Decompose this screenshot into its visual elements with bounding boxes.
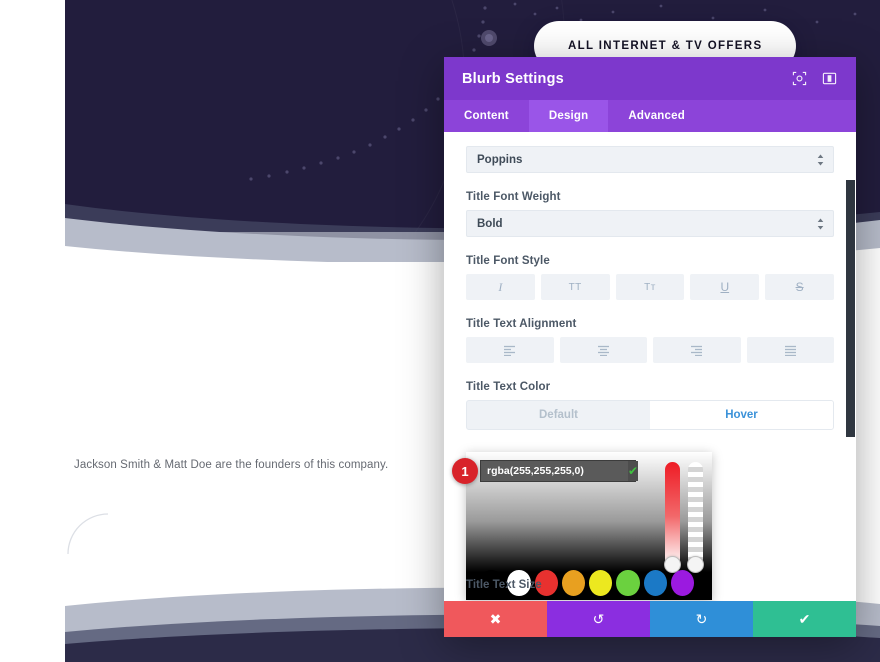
swatch-blue[interactable]: [643, 570, 667, 596]
modal-action-bar: ✖ ↺ ↻ ✔: [444, 601, 856, 637]
text-size-label: Title Text Size: [466, 579, 542, 591]
swatch-orange[interactable]: [561, 570, 585, 596]
color-confirm-button[interactable]: ✔: [628, 461, 639, 481]
modal-title: Blurb Settings: [462, 70, 564, 87]
align-center-icon[interactable]: [559, 337, 647, 363]
align-left-icon[interactable]: [466, 337, 554, 363]
small-caps-icon[interactable]: Tᴛ: [615, 274, 685, 300]
tab-design[interactable]: Design: [528, 100, 609, 132]
blurb-settings-modal: Blurb Settings Content Design Advanced P…: [444, 57, 856, 637]
text-alignment-label: Title Text Alignment: [466, 318, 577, 330]
font-weight-label: Title Font Weight: [466, 191, 561, 203]
align-right-icon[interactable]: [653, 337, 741, 363]
layout-panel-icon[interactable]: [821, 70, 838, 87]
swatch-yellow[interactable]: [589, 570, 613, 596]
chevron-updown-icon: [817, 218, 824, 230]
tab-advanced[interactable]: Advanced: [608, 100, 705, 132]
strikethrough-icon[interactable]: S: [765, 274, 834, 300]
color-picker[interactable]: 1 ✔: [452, 452, 712, 600]
font-family-select[interactable]: Poppins: [466, 146, 834, 173]
font-family-value: Poppins: [477, 153, 523, 166]
tab-content[interactable]: Content: [444, 100, 529, 132]
left-page-margin: [0, 0, 65, 662]
save-button[interactable]: ✔: [753, 601, 856, 637]
color-value-input[interactable]: [481, 461, 628, 481]
hue-slider[interactable]: [664, 462, 681, 573]
color-value-field[interactable]: ✔: [480, 460, 639, 482]
font-style-label: Title Font Style: [466, 255, 550, 267]
modal-tabs: Content Design Advanced: [444, 100, 856, 132]
font-weight-select[interactable]: Bold: [466, 210, 834, 237]
fullscreen-icon[interactable]: [791, 70, 808, 87]
step-badge-1: 1: [452, 458, 478, 484]
align-justify-icon[interactable]: [746, 337, 834, 363]
font-style-buttons: I TT Tᴛ U S: [466, 274, 834, 300]
text-color-state-toggle: Default Hover: [466, 400, 834, 430]
chevron-updown-icon: [817, 154, 824, 166]
text-color-label: Title Text Color: [466, 381, 551, 393]
text-color-default-tab[interactable]: Default: [467, 401, 650, 429]
font-weight-value: Bold: [477, 217, 503, 230]
cancel-button[interactable]: ✖: [444, 601, 547, 637]
swatch-purple[interactable]: [670, 570, 694, 596]
alpha-slider[interactable]: [687, 462, 704, 573]
modal-body: Poppins Title Font Weight Bold Title Fon…: [444, 132, 856, 601]
text-color-hover-tab[interactable]: Hover: [650, 401, 833, 429]
modal-header: Blurb Settings: [444, 57, 856, 100]
all-offers-pill-label: ALL INTERNET & TV OFFERS: [568, 40, 763, 52]
redo-button[interactable]: ↻: [650, 601, 753, 637]
undo-button[interactable]: ↺: [547, 601, 650, 637]
underline-icon[interactable]: U: [690, 274, 760, 300]
blurb-arc-decoration: [67, 513, 109, 555]
text-alignment-buttons: [466, 337, 834, 363]
modal-scrollbar-thumb[interactable]: [846, 180, 855, 437]
blurb-description: Jackson Smith & Matt Doe are the founder…: [74, 459, 389, 471]
uppercase-icon[interactable]: TT: [540, 274, 610, 300]
swatch-green[interactable]: [616, 570, 640, 596]
italic-icon[interactable]: I: [466, 274, 535, 300]
